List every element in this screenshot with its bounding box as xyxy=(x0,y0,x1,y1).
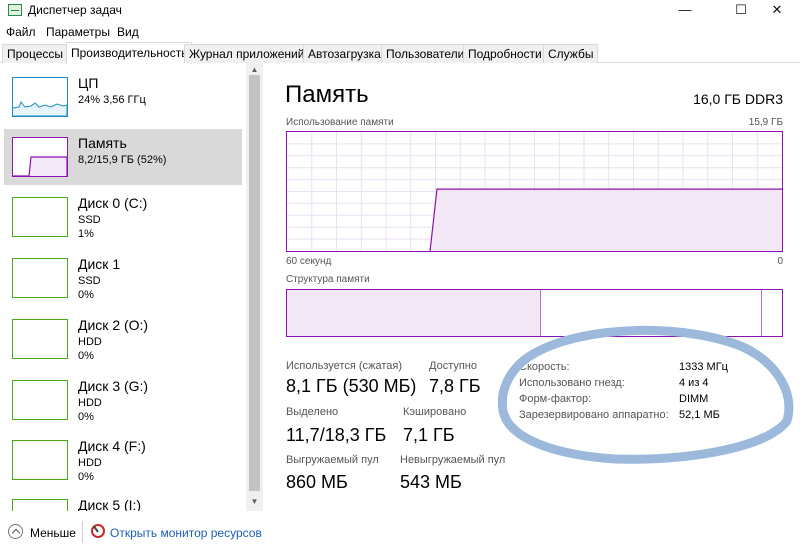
menu-file[interactable]: Файл xyxy=(6,25,36,39)
cpu-thumbnail-graph xyxy=(12,77,68,117)
title-bar: Диспетчер задач — ☐ ✕ xyxy=(0,0,800,22)
sidebar-item-disk-5[interactable]: Диск 5 (I:) xyxy=(4,491,242,511)
menu-bar: Файл Параметры Вид xyxy=(0,22,800,42)
open-resource-monitor-link[interactable]: Открыть монитор ресурсов xyxy=(110,526,262,540)
time-axis-label: 60 секунд xyxy=(286,256,332,267)
tab-app-history[interactable]: Журнал приложений xyxy=(184,44,310,63)
sidebar-item-name: Диск 5 (I:) xyxy=(78,497,142,511)
sidebar-item-usage: 0% xyxy=(78,350,94,362)
fewer-details-button[interactable]: Меньше xyxy=(30,526,76,540)
usage-graph-svg xyxy=(287,132,782,252)
disk-thumbnail-graph xyxy=(12,319,68,359)
resource-list: ЦП 24% 3,56 ГГц Память 8,2/15,9 ГБ (52%)… xyxy=(0,63,246,511)
sidebar-item-type: HDD xyxy=(78,397,102,409)
task-manager-app-icon xyxy=(8,4,22,16)
menu-view[interactable]: Вид xyxy=(117,25,139,39)
memory-thumbnail-graph xyxy=(12,137,68,177)
disk-thumbnail-graph xyxy=(12,380,68,420)
minimize-button[interactable]: — xyxy=(662,0,708,22)
memory-usage-graph xyxy=(286,131,783,252)
sidebar-item-type: HDD xyxy=(78,457,102,469)
sidebar-item-disk-0[interactable]: Диск 0 (C:) SSD 1% xyxy=(4,189,242,245)
menu-options[interactable]: Параметры xyxy=(46,25,110,39)
sidebar-item-type: SSD xyxy=(78,214,101,226)
sidebar-scrollbar[interactable]: ▲ ▼ xyxy=(246,63,263,511)
memory-panel: Память 16,0 ГБ DDR3 Использование памяти… xyxy=(263,63,800,511)
usage-area xyxy=(430,189,782,251)
sidebar-item-name: Диск 0 (C:) xyxy=(78,195,148,211)
tab-details[interactable]: Подробности xyxy=(463,44,547,63)
sidebar-item-usage: 0% xyxy=(78,411,94,423)
tab-strip: Процессы Производительность Журнал прило… xyxy=(0,42,800,64)
in-use-value: 8,1 ГБ (530 МБ) xyxy=(286,376,417,396)
scroll-down-icon[interactable]: ▼ xyxy=(246,497,263,506)
sidebar-item-disk-4[interactable]: Диск 4 (F:) HDD 0% xyxy=(4,432,242,488)
available-value: 7,8 ГБ xyxy=(429,376,481,396)
sidebar-item-usage: 1% xyxy=(78,228,94,240)
tab-processes[interactable]: Процессы xyxy=(2,44,69,63)
nonpaged-pool-label: Невыгружаемый пул xyxy=(400,454,506,466)
scroll-up-icon[interactable]: ▲ xyxy=(246,65,263,74)
in-use-label: Используется (сжатая) xyxy=(286,360,403,372)
sidebar-item-usage: 0% xyxy=(78,471,94,483)
sidebar-item-name: Диск 1 xyxy=(78,256,121,272)
footer-bar: Меньше Открыть монитор ресурсов xyxy=(0,511,800,556)
sidebar-item-detail: 24% 3,56 ГГц xyxy=(78,94,146,106)
chevron-up-icon[interactable] xyxy=(8,524,23,539)
paged-pool-label: Выгружаемый пул xyxy=(286,454,379,466)
footer-separator xyxy=(82,521,83,543)
blue-circle-annotation xyxy=(497,325,794,464)
sidebar-item-name: ЦП xyxy=(78,75,99,91)
sidebar-item-cpu[interactable]: ЦП 24% 3,56 ГГц xyxy=(4,69,242,125)
committed-value: 11,7/18,3 ГБ xyxy=(286,425,387,445)
usage-graph-label: Использование памяти xyxy=(286,117,394,128)
disk-thumbnail-graph xyxy=(12,440,68,480)
usage-graph-max: 15,9 ГБ xyxy=(748,117,783,128)
tab-services[interactable]: Службы xyxy=(543,44,599,63)
close-button[interactable]: ✕ xyxy=(754,0,800,22)
nonpaged-pool-value: 543 МБ xyxy=(400,472,462,492)
time-axis-zero: 0 xyxy=(777,256,783,267)
sidebar-item-disk-1[interactable]: Диск 1 SSD 0% xyxy=(4,250,242,306)
paged-pool-value: 860 МБ xyxy=(286,472,348,492)
sidebar-item-disk-3[interactable]: Диск 3 (G:) HDD 0% xyxy=(4,372,242,428)
disk-thumbnail-graph xyxy=(12,197,68,237)
resource-monitor-icon[interactable] xyxy=(91,524,105,538)
sidebar-item-name: Диск 2 (O:) xyxy=(78,317,149,333)
scrollbar-thumb[interactable] xyxy=(249,75,260,491)
page-title: Память xyxy=(285,81,369,108)
memory-spec: 16,0 ГБ DDR3 xyxy=(693,91,783,107)
cached-label: Кэшировано xyxy=(403,406,467,418)
sidebar-item-name: Диск 4 (F:) xyxy=(78,438,146,454)
sidebar-item-usage: 0% xyxy=(78,289,94,301)
window-title: Диспетчер задач xyxy=(28,3,122,17)
cached-value: 7,1 ГБ xyxy=(403,425,455,445)
tab-startup[interactable]: Автозагрузка xyxy=(303,44,386,63)
sidebar-item-memory[interactable]: Память 8,2/15,9 ГБ (52%) xyxy=(4,129,242,185)
sidebar-item-type: HDD xyxy=(78,336,102,348)
sidebar-item-type: SSD xyxy=(78,275,101,287)
sidebar-item-disk-2[interactable]: Диск 2 (O:) HDD 0% xyxy=(4,311,242,367)
sidebar-item-name: Диск 3 (G:) xyxy=(78,378,149,394)
tab-users[interactable]: Пользователи xyxy=(381,44,470,63)
tab-performance[interactable]: Производительность xyxy=(66,42,193,64)
structure-label: Структура памяти xyxy=(286,274,370,285)
sidebar-item-name: Память xyxy=(78,135,127,151)
sidebar-item-detail: 8,2/15,9 ГБ (52%) xyxy=(78,154,167,166)
disk-thumbnail-graph xyxy=(12,499,68,511)
disk-thumbnail-graph xyxy=(12,258,68,298)
committed-label: Выделено xyxy=(286,406,339,418)
available-label: Доступно xyxy=(429,360,478,372)
